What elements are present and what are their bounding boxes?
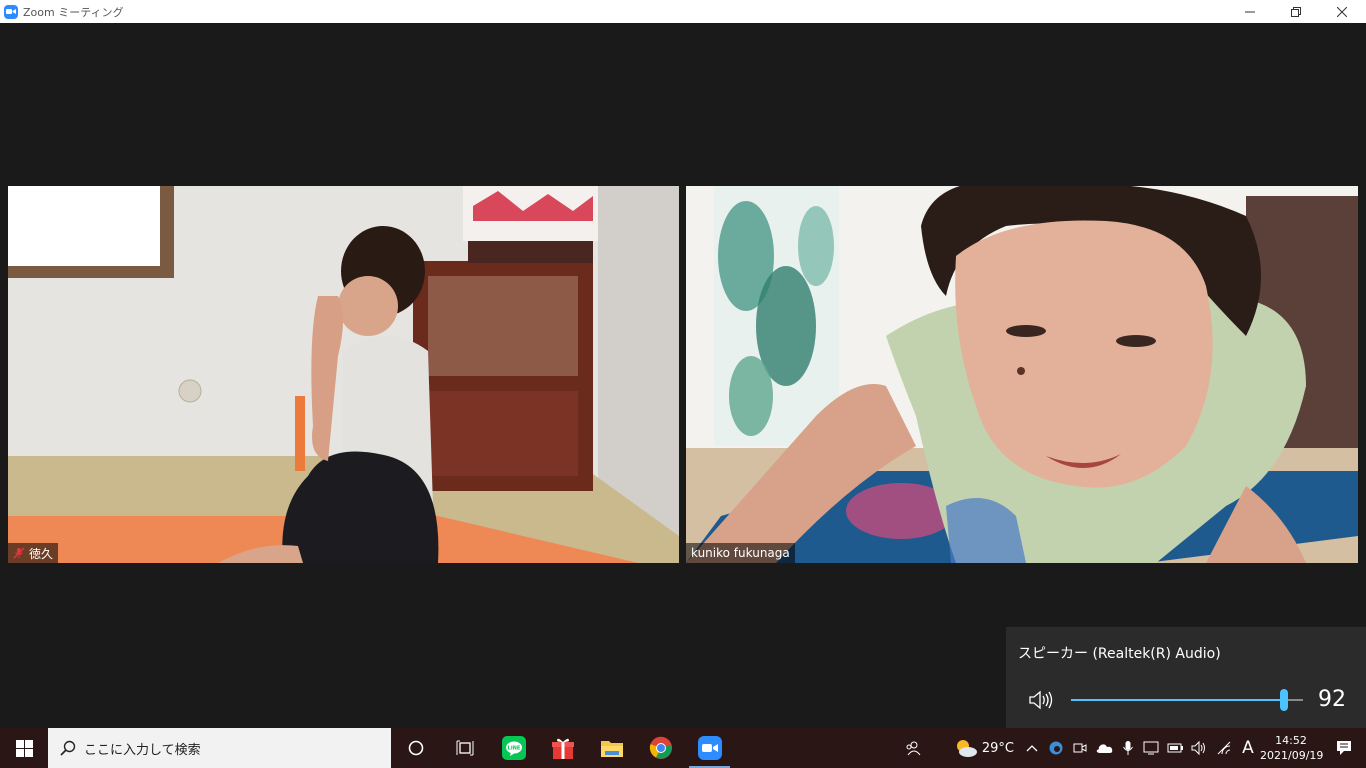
- window-title-bar: Zoom ミーティング: [0, 0, 1366, 23]
- zoom-app-icon: [4, 4, 18, 19]
- volume-flyout: スピーカー (Realtek(R) Audio) 92: [1006, 627, 1366, 728]
- tray-display-button[interactable]: [1140, 728, 1164, 768]
- volume-icon: [1191, 740, 1205, 756]
- audio-device-name: スピーカー (Realtek(R) Audio): [1018, 646, 1221, 662]
- search-icon: [60, 740, 76, 756]
- wifi-icon: [1217, 741, 1231, 755]
- taskbar-search-box[interactable]: ここに入力して検索: [48, 728, 391, 768]
- notification-icon: [1337, 741, 1351, 755]
- clock-time: 14:52: [1275, 734, 1307, 747]
- line-app-button[interactable]: LINE: [489, 728, 538, 768]
- people-icon: [906, 741, 921, 756]
- file-explorer-button[interactable]: [587, 728, 636, 768]
- people-button[interactable]: [898, 728, 928, 768]
- chevron-up-icon: [1026, 745, 1038, 752]
- volume-value: 92: [1318, 687, 1346, 712]
- search-placeholder: ここに入力して検索: [84, 742, 201, 758]
- taskbar-clock[interactable]: 14:52 2021/09/19: [1260, 733, 1324, 763]
- tray-meet-button[interactable]: [1068, 728, 1092, 768]
- windows-logo-icon: [15, 739, 33, 757]
- volume-slider-thumb[interactable]: [1280, 689, 1289, 711]
- participant-name-tag-2: kuniko fukunaga: [686, 543, 795, 563]
- ime-mode-button[interactable]: A: [1236, 728, 1260, 768]
- battery-icon: [1167, 743, 1183, 753]
- display-icon: [1143, 741, 1159, 755]
- start-button[interactable]: [0, 728, 48, 768]
- microphone-icon: [1123, 741, 1133, 755]
- ime-mode-indicator: A: [1242, 738, 1254, 758]
- tray-volume-button[interactable]: [1188, 728, 1212, 768]
- task-view-icon: [456, 740, 473, 756]
- svg-text:LINE: LINE: [507, 746, 520, 752]
- speaker-mute-button[interactable]: [1028, 689, 1054, 715]
- file-explorer-icon: [600, 741, 623, 757]
- meeting-stage: 徳久 kuniko fukunaga: [0, 23, 1366, 728]
- chrome-icon: [649, 736, 672, 759]
- video-tile-2[interactable]: kuniko fukunaga: [686, 186, 1358, 563]
- volume-slider-fill: [1071, 699, 1285, 701]
- participant-name-2: kuniko fukunaga: [691, 546, 790, 560]
- chrome-button[interactable]: [636, 728, 685, 768]
- meet-now-icon: [1073, 743, 1087, 753]
- cortana-icon: [408, 740, 423, 756]
- clock-date: 2021/09/19: [1260, 749, 1324, 762]
- action-center-button[interactable]: [1322, 728, 1366, 768]
- line-icon: LINE: [501, 736, 526, 760]
- window-title: Zoom ミーティング: [23, 5, 124, 19]
- system-tray: 29°C A 14:52 2021/09/19: [898, 728, 1366, 768]
- video-tile-1[interactable]: 徳久: [8, 186, 679, 563]
- gift-app-button[interactable]: [538, 728, 587, 768]
- minimize-button[interactable]: [1227, 0, 1273, 23]
- gift-app-icon: [551, 738, 574, 759]
- participant-name-1: 徳久: [29, 546, 54, 561]
- participant-video-2: [686, 186, 1358, 563]
- tray-battery-button[interactable]: [1164, 728, 1188, 768]
- restore-button[interactable]: [1273, 0, 1319, 23]
- participant-video-1: [8, 186, 679, 563]
- task-view-button[interactable]: [440, 728, 489, 768]
- zoom-icon: [697, 736, 722, 760]
- speaker-icon: [1029, 690, 1053, 710]
- cortana-button[interactable]: [391, 728, 440, 768]
- volume-slider[interactable]: [1071, 689, 1303, 711]
- tray-network-button[interactable]: [1212, 728, 1236, 768]
- zoom-taskbar-button[interactable]: [685, 728, 734, 768]
- participant-name-tag-1: 徳久: [8, 543, 59, 563]
- show-hidden-icons-button[interactable]: [1020, 728, 1044, 768]
- weather-icon: [956, 740, 977, 757]
- weather-temperature: 29°C: [981, 740, 1014, 756]
- close-button[interactable]: [1319, 0, 1365, 23]
- weather-button[interactable]: [928, 728, 978, 768]
- tray-onedrive-button[interactable]: [1092, 728, 1116, 768]
- cloud-icon: [1096, 744, 1113, 753]
- edge-icon: [1049, 741, 1063, 755]
- tray-mic-button[interactable]: [1116, 728, 1140, 768]
- tray-edge-button[interactable]: [1044, 728, 1068, 768]
- muted-mic-icon: [13, 547, 25, 559]
- taskbar: ここに入力して検索 LINE 29°C A 14:52 2021/09/19: [0, 728, 1366, 768]
